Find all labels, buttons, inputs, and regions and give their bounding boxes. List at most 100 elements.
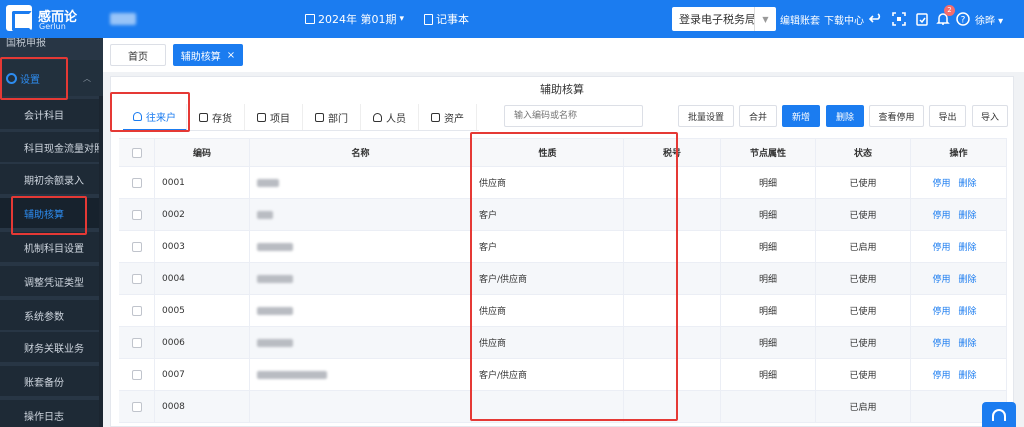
sidebar-item-oplog[interactable]: 操作日志 [0, 400, 103, 427]
actions-cell: 停用 删除 [911, 263, 1007, 294]
disable-link[interactable]: 停用 [932, 240, 950, 253]
back-icon[interactable] [868, 11, 884, 27]
close-icon[interactable]: × [227, 50, 235, 61]
user-menu[interactable]: 徐晔 ▾ [975, 12, 1003, 27]
status-cell: 已启用 [816, 231, 911, 262]
tab-auxiliary-accounting[interactable]: 辅助核算 × [173, 44, 243, 66]
delete-link[interactable]: 删除 [959, 304, 977, 317]
disable-link[interactable]: 停用 [932, 272, 950, 285]
status-cell: 已使用 [816, 167, 911, 198]
status-cell: 已使用 [816, 263, 911, 294]
delete-link[interactable]: 删除 [959, 208, 977, 221]
merge-button[interactable]: 合并 [739, 105, 777, 127]
disable-link[interactable]: 停用 [932, 304, 950, 317]
category-tab-assets[interactable]: 资产 [419, 104, 477, 131]
disable-link[interactable]: 停用 [932, 368, 950, 381]
export-button[interactable]: 导出 [929, 105, 966, 127]
table-row[interactable]: 0008 已启用 [119, 391, 1007, 423]
redacted-name [257, 210, 273, 219]
sidebar-item-tax-filing[interactable]: 国税申报 [0, 38, 103, 50]
sidebar-item-backup[interactable]: 账套备份 [0, 366, 103, 396]
table-row[interactable]: 0002 客户 明细 已使用 停用 删除 [119, 199, 1007, 231]
table-row[interactable]: 0007 客户/供应商 明细 已使用 停用 删除 [119, 359, 1007, 391]
sidebar-item-cashflow-map[interactable]: 科目现金流量对照 [0, 132, 103, 162]
delete-link[interactable]: 删除 [959, 368, 977, 381]
row-checkbox[interactable] [131, 241, 142, 252]
tab-label: 辅助核算 [180, 51, 221, 63]
sidebar-item-system-params[interactable]: 系统参数 [0, 300, 103, 330]
table-row[interactable]: 0001 供应商 明细 已使用 停用 删除 [119, 167, 1007, 199]
checkbox[interactable] [131, 147, 142, 158]
node-cell: 明细 [721, 167, 816, 198]
category-tab-project[interactable]: 项目 [245, 104, 303, 131]
notebook-link[interactable]: 记事本 [424, 11, 469, 27]
edit-ledger-link[interactable]: 编辑账套 [780, 12, 820, 27]
view-disabled-button[interactable]: 查看停用 [869, 105, 924, 127]
delete-link[interactable]: 删除 [959, 336, 977, 349]
row-checkbox[interactable] [131, 401, 142, 412]
table-row[interactable]: 0006 供应商 明细 已使用 停用 删除 [119, 327, 1007, 359]
clipboard-check-icon[interactable] [914, 11, 930, 27]
code-cell: 0002 [155, 199, 250, 230]
sidebar-item-voucher-type[interactable]: 调整凭证类型 [0, 266, 103, 296]
import-button[interactable]: 导入 [972, 105, 1008, 127]
category-tab-inventory[interactable]: 存货 [187, 104, 245, 131]
category-tab-personnel[interactable]: 人员 [361, 104, 419, 131]
chevron-down-icon[interactable]: ▼ [754, 7, 776, 31]
sidebar-item-label: 期初余额录入 [24, 175, 84, 187]
sidebar-group-settings[interactable]: 设置 ︿ [0, 60, 103, 96]
table-row[interactable]: 0005 供应商 明细 已使用 停用 删除 [119, 295, 1007, 327]
row-checkbox[interactable] [131, 209, 142, 220]
row-checkbox-cell [119, 359, 155, 390]
delete-link[interactable]: 删除 [959, 176, 977, 189]
sidebar-scrollbar[interactable] [99, 96, 103, 427]
add-button[interactable]: 新增 [782, 105, 820, 127]
table-row[interactable]: 0004 客户/供应商 明细 已使用 停用 删除 [119, 263, 1007, 295]
period-selector[interactable]: 2024年 第01期 ▾ [305, 11, 404, 27]
sidebar-item-accounts[interactable]: 会计科目 [0, 99, 103, 129]
batch-settings-button[interactable]: 批量设置 [678, 105, 734, 127]
tab-label: 首页 [128, 51, 148, 63]
table-row[interactable]: 0003 客户 明细 已启用 停用 删除 [119, 231, 1007, 263]
category-tab-department[interactable]: 部门 [303, 104, 361, 131]
tax-cell [624, 391, 721, 422]
disable-link[interactable]: 停用 [932, 336, 950, 349]
fullscreen-icon[interactable] [891, 11, 907, 27]
disable-link[interactable]: 停用 [932, 208, 950, 221]
row-checkbox[interactable] [131, 337, 142, 348]
redacted-name [257, 274, 293, 283]
code-cell: 0003 [155, 231, 250, 262]
row-checkbox[interactable] [131, 273, 142, 284]
download-center-link[interactable]: 下载中心 [824, 12, 864, 27]
name-cell [250, 199, 472, 230]
row-checkbox-cell [119, 231, 155, 262]
delete-link[interactable]: 删除 [959, 272, 977, 285]
delete-link[interactable]: 删除 [959, 240, 977, 253]
tax-bureau-button[interactable]: 登录电子税务局 ▼ [672, 7, 776, 31]
sidebar-item-finance-link[interactable]: 财务关联业务 [0, 332, 103, 362]
redacted-name [257, 338, 293, 347]
node-cell: 明细 [721, 295, 816, 326]
disable-link[interactable]: 停用 [932, 176, 950, 189]
row-checkbox[interactable] [131, 369, 142, 380]
category-tab-contacts[interactable]: 往来户 [123, 104, 187, 131]
sidebar-item-label: 机制科目设置 [24, 243, 84, 255]
redacted-name [257, 242, 293, 251]
row-checkbox[interactable] [131, 305, 142, 316]
sidebar-item-auxiliary[interactable]: 辅助核算 [0, 198, 103, 228]
code-cell: 0004 [155, 263, 250, 294]
select-all-checkbox[interactable] [119, 139, 155, 166]
sidebar-item-label: 操作日志 [24, 411, 64, 423]
customer-service-button[interactable] [982, 402, 1016, 427]
sidebar-item-label: 会计科目 [24, 110, 64, 122]
delete-button[interactable]: 删除 [826, 105, 864, 127]
search-input[interactable] [504, 105, 643, 127]
sidebar-item-mech-accounts[interactable]: 机制科目设置 [0, 232, 103, 262]
logo[interactable]: 感而论 Gerlun [6, 5, 100, 33]
tab-home[interactable]: 首页 [110, 44, 166, 66]
row-checkbox[interactable] [131, 177, 142, 188]
column-header: 状态 [816, 139, 911, 166]
tax-cell [624, 263, 721, 294]
help-icon[interactable]: ? [955, 11, 971, 27]
sidebar-item-opening-balance[interactable]: 期初余额录入 [0, 164, 103, 194]
